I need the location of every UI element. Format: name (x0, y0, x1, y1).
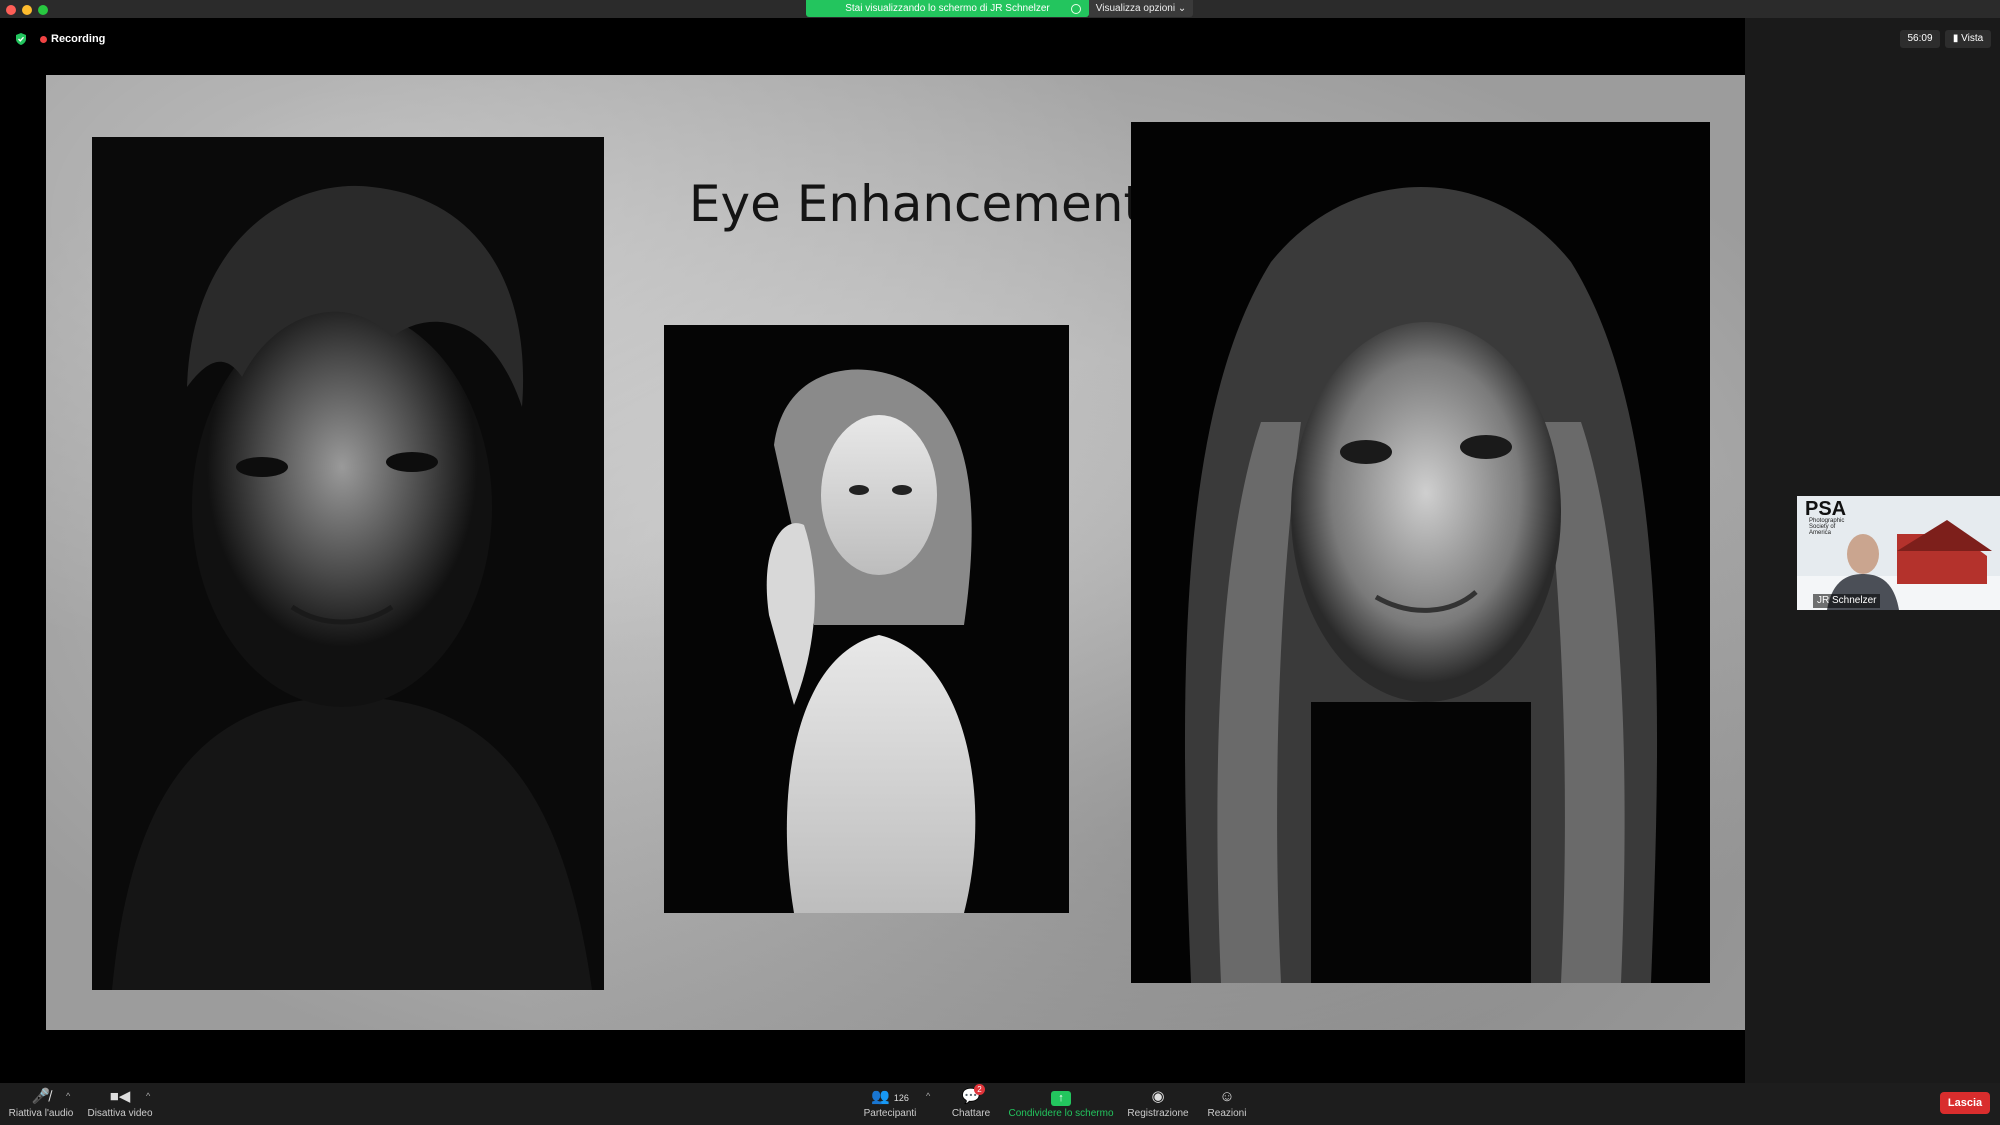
record-icon: ◉ (1151, 1088, 1165, 1105)
audio-options-chevron-icon[interactable]: ^ (66, 1091, 70, 1101)
chat-label: Chattare (951, 1108, 991, 1119)
video-options-chevron-icon[interactable]: ^ (146, 1091, 150, 1101)
leave-meeting-button[interactable]: Lascia (1940, 1092, 1990, 1114)
unmute-label: Riattiva l'audio (8, 1108, 74, 1119)
recording-label: Recording (51, 33, 106, 45)
stop-video-label: Disattiva video (87, 1108, 153, 1119)
reactions-label: Reazioni (1207, 1108, 1247, 1119)
share-status-icon (1071, 4, 1081, 14)
view-options-button[interactable]: Visualizza opzioni ⌄ (1089, 0, 1193, 17)
chat-bubble-icon: 💬 2 (961, 1084, 985, 1107)
participant-name: JR Schnelzer (1813, 594, 1881, 608)
presentation-slide: Eye Enhancement (46, 75, 1745, 1030)
participants-options-chevron-icon[interactable]: ^ (926, 1091, 930, 1101)
record-dot-icon (40, 35, 47, 43)
record-label: Registrazione (1127, 1108, 1189, 1119)
reactions-button[interactable]: ☺ Reazioni (1202, 1087, 1252, 1123)
chat-button[interactable]: 💬 2 Chattare (948, 1084, 994, 1123)
psa-logo-subtitle: Photographic Society of America (1809, 518, 1845, 536)
chat-unread-badge: 2 (974, 1084, 985, 1095)
portrait-photo-woman-center (664, 325, 1069, 913)
meeting-timer: 56:09 (1900, 30, 1940, 48)
participants-icon: 👥 126 (871, 1088, 909, 1105)
window-titlebar: Stai visualizzando lo schermo di JR Schn… (0, 0, 2000, 18)
portrait-photo-man (92, 137, 604, 990)
participant-video-tile[interactable]: PSA Photographic Society of America JR S… (1797, 496, 2000, 610)
record-button[interactable]: ◉ Registrazione (1126, 1087, 1190, 1123)
recording-indicator[interactable]: Recording (40, 31, 105, 47)
share-screen-icon: ↑ (1006, 1087, 1116, 1107)
shield-icon[interactable] (14, 32, 28, 46)
meeting-toolbar: 🎤̸ Riattiva l'audio ^ ■◀ Disattiva video… (0, 1083, 2000, 1125)
share-screen-button[interactable]: ↑ Condividere lo schermo (1006, 1087, 1116, 1123)
minimize-window-button[interactable] (22, 5, 32, 15)
share-screen-label: Condividere lo schermo (1008, 1108, 1114, 1119)
participants-button[interactable]: 👥 126 Partecipanti (860, 1087, 920, 1123)
screen-share-banner: Stai visualizzando lo schermo di JR Schn… (806, 0, 1089, 17)
view-button-label: Vista (1961, 33, 1984, 44)
share-banner-text: Stai visualizzando lo schermo di JR Schn… (845, 3, 1050, 14)
view-button[interactable]: ▮ Vista (1945, 30, 1991, 48)
reaction-smiley-icon: ☺ (1219, 1088, 1235, 1105)
fullscreen-window-button[interactable] (38, 5, 48, 15)
participants-label: Partecipanti (863, 1108, 917, 1119)
participants-count: 126 (893, 1093, 909, 1103)
close-window-button[interactable] (6, 5, 16, 15)
portrait-photo-woman-right (1131, 122, 1710, 983)
